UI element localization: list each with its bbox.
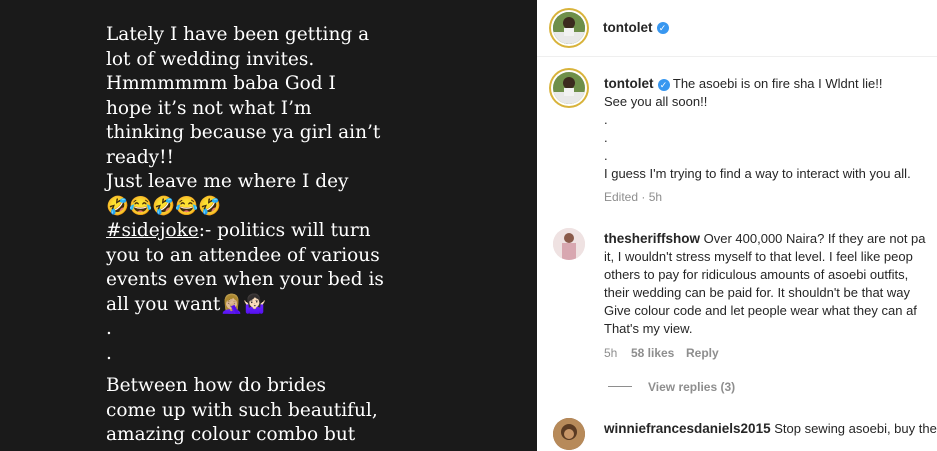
caption-line: hope it’s not what I’m xyxy=(106,97,312,119)
caption-hashtag-line: #sidejoke:- politics will turn xyxy=(106,219,386,244)
caption-line: Between how do brides xyxy=(106,375,327,396)
caption-line: Lately I have been getting a xyxy=(106,24,370,45)
caption-line: events even when your bed is xyxy=(106,269,384,290)
comment-line: their wedding can be paid for. It should… xyxy=(604,285,911,300)
divider xyxy=(608,386,632,388)
avatar-image-icon xyxy=(553,12,585,44)
avatar[interactable] xyxy=(553,418,585,450)
comment: thesheriffshow Over 400,000 Naira? If th… xyxy=(604,230,926,362)
caption-line: thinking because ya girl ain’t xyxy=(106,122,381,143)
post-image: Lately I have been getting a lot of wedd… xyxy=(0,0,537,451)
comments-panel: tontolet ✓ tontolet ✓ The asoebi is on fir… xyxy=(537,0,937,451)
caption-line: Just leave me where I dey xyxy=(106,171,349,192)
caption-line: ready!! xyxy=(106,146,174,168)
caption-dot: . xyxy=(106,318,112,339)
post-header: tontolet ✓ xyxy=(537,0,937,57)
comment-line: That's my view. xyxy=(604,321,693,336)
comment-text: Stop sewing asoebi, buy the xyxy=(774,421,937,436)
comment-username[interactable]: tontolet xyxy=(604,76,654,91)
comment-text: Over 400,000 Naira? If they are not pa xyxy=(703,231,926,246)
avatar[interactable] xyxy=(553,72,585,104)
avatar-image-icon xyxy=(553,72,585,104)
view-replies-label: View replies (3) xyxy=(648,380,736,394)
comment-line: . xyxy=(604,148,608,163)
comment-line: I guess I'm trying to find a way to inte… xyxy=(604,166,911,181)
caption-emoji-line: 🤣😂🤣😂🤣 xyxy=(106,195,222,217)
comment-line: others to pay for ridiculous amounts of … xyxy=(604,267,909,282)
caption-dot: . xyxy=(106,342,112,364)
comment-meta: Edited · 5h xyxy=(604,190,663,204)
post-caption: Lately I have been getting a lot of wedd… xyxy=(106,23,386,451)
avatar[interactable] xyxy=(553,12,585,44)
caption-emoji: 🤦🏼‍♀️🤷🏻‍♀️ xyxy=(220,293,267,315)
caption-text: :- politics will turn xyxy=(198,220,371,241)
caption-line: you to an attendee of various xyxy=(106,244,380,266)
comment: winniefrancesdaniels2015 Stop sewing aso… xyxy=(604,420,937,438)
comment-time: 5h xyxy=(604,346,618,360)
comment-likes[interactable]: 58 likes xyxy=(631,346,674,360)
comment-line: See you all soon!! xyxy=(604,94,708,109)
verified-badge-icon: ✓ xyxy=(656,21,669,34)
header-username[interactable]: tontolet xyxy=(603,20,653,35)
comment-line: . xyxy=(604,112,608,127)
avatar[interactable] xyxy=(553,228,585,260)
comment-text: The asoebi is on fire sha I Wldnt lie!! xyxy=(672,76,883,91)
view-replies-button[interactable]: View replies (3) xyxy=(608,378,735,396)
hashtag-link[interactable]: #sidejoke xyxy=(106,220,199,241)
owner-comment: tontolet ✓ The asoebi is on fire sha I Wl… xyxy=(604,75,911,206)
comment-actions: 5h 58 likes Reply xyxy=(604,344,926,362)
caption-line: amazing colour combo but xyxy=(106,424,356,445)
caption-line: Hmmmmmm baba God I xyxy=(106,73,336,94)
comment-username[interactable]: thesheriffshow xyxy=(604,231,700,246)
comment-username[interactable]: winniefrancesdaniels2015 xyxy=(604,421,771,436)
avatar-image-icon xyxy=(553,228,585,260)
reply-button[interactable]: Reply xyxy=(686,346,719,360)
caption-line: .... xyxy=(106,448,386,451)
comment-line: Give colour code and let people wear wha… xyxy=(604,303,917,318)
comment-line: it, I wouldn't stress myself to that lev… xyxy=(604,249,913,264)
caption-text: all you want xyxy=(106,293,221,315)
caption-line: come up with such beautiful, xyxy=(106,399,378,421)
caption-line: lot of wedding invites. xyxy=(106,48,315,70)
verified-badge-icon: ✓ xyxy=(657,78,670,91)
caption-line: all you want🤦🏼‍♀️🤷🏻‍♀️ xyxy=(106,293,386,318)
comment-line: . xyxy=(604,130,608,145)
avatar-image-icon xyxy=(553,418,585,450)
